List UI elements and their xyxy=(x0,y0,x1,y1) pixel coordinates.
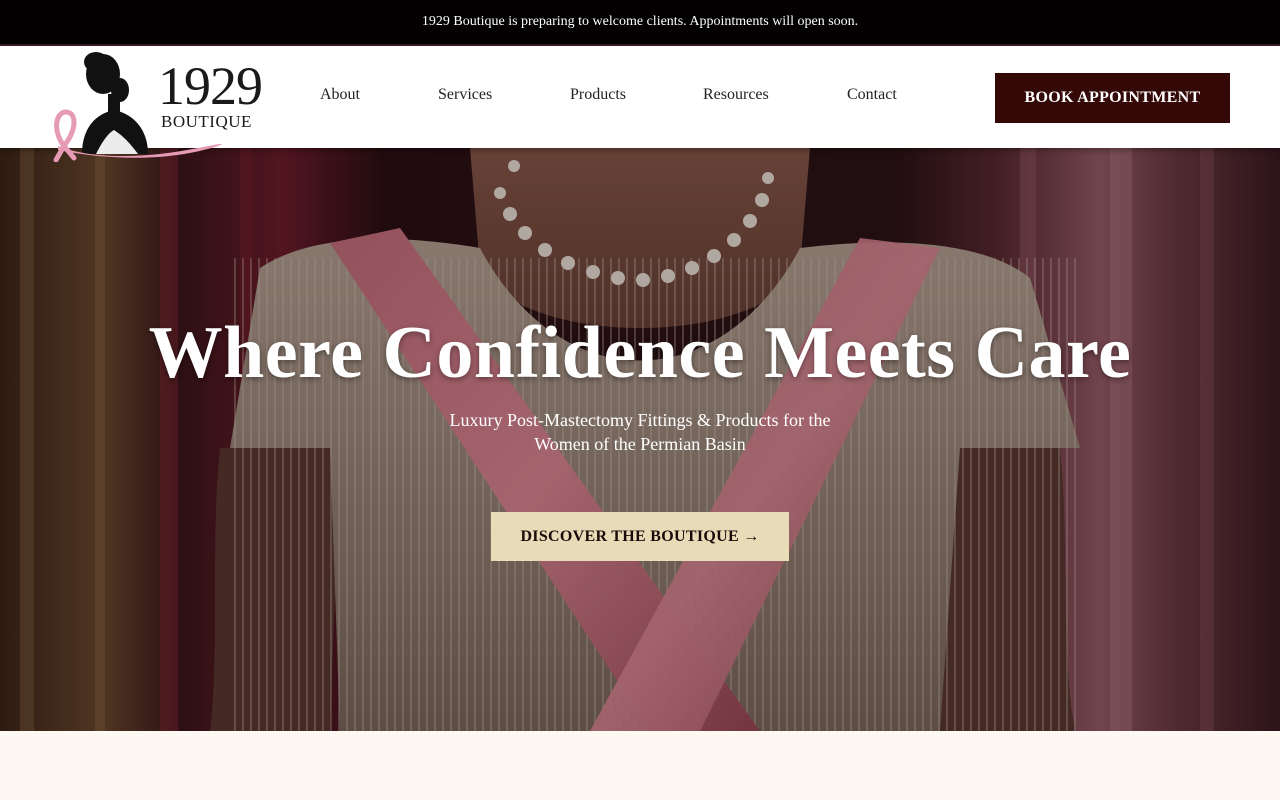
announcement-bar: 1929 Boutique is preparing to welcome cl… xyxy=(0,0,1280,46)
discover-boutique-button[interactable]: DISCOVER THE BOUTIQUE → xyxy=(491,512,789,561)
site-logo[interactable]: 1929 BOUTIQUE xyxy=(48,50,263,162)
nav-about[interactable]: About xyxy=(320,86,360,104)
book-appointment-button[interactable]: BOOK APPOINTMENT xyxy=(995,73,1230,123)
hero-title: Where Confidence Meets Care xyxy=(148,312,1132,394)
hero-subtitle: Luxury Post-Mastectomy Fittings & Produc… xyxy=(449,410,831,454)
nav-resources[interactable]: Resources xyxy=(703,86,769,104)
logo-number: 1929 xyxy=(158,56,263,116)
nav-services[interactable]: Services xyxy=(438,86,492,104)
next-section xyxy=(0,731,1280,800)
nav-products[interactable]: Products xyxy=(570,86,626,104)
hero-section: Where Confidence Meets Care Luxury Post-… xyxy=(0,148,1280,731)
announcement-text: 1929 Boutique is preparing to welcome cl… xyxy=(421,14,859,29)
nav-contact[interactable]: Contact xyxy=(847,86,897,104)
logo-wordmark: BOUTIQUE xyxy=(161,112,252,131)
